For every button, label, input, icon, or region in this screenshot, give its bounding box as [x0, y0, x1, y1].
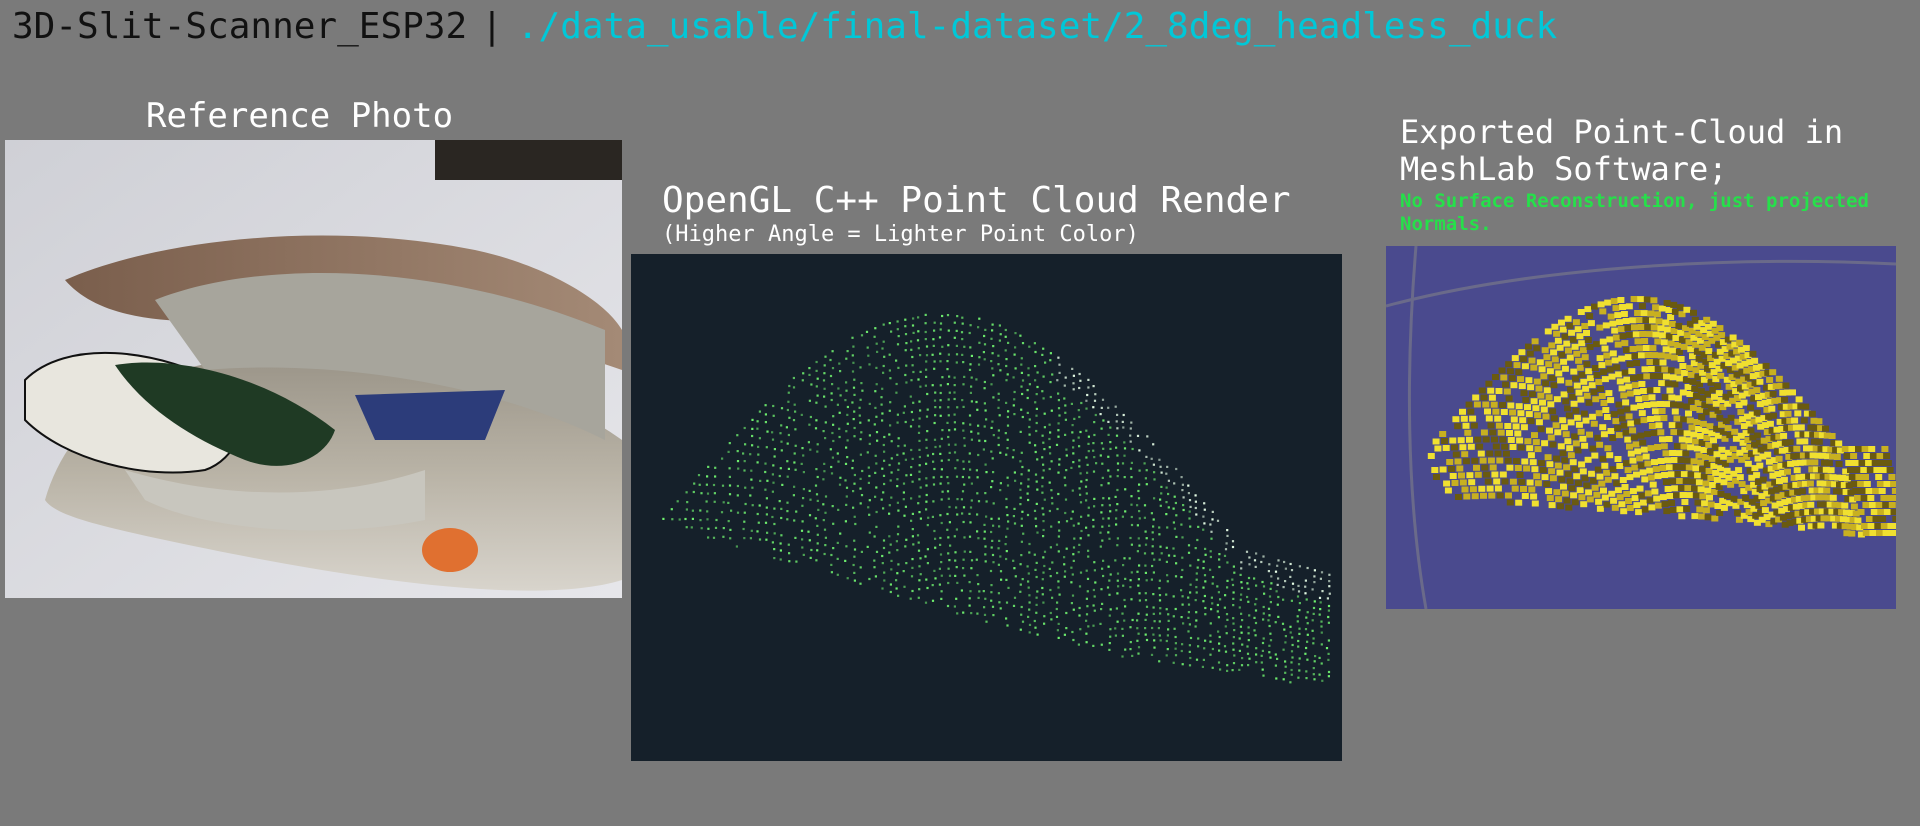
opengl-render-subtitle: (Higher Angle = Lighter Point Color) [662, 222, 1139, 247]
window-title: 3D-Slit-Scanner_ESP32 | ./data_usable/fina… [12, 6, 1557, 48]
app-name: 3D-Slit-Scanner_ESP32 [12, 6, 468, 47]
reference-photo-title: Reference Photo [146, 96, 454, 136]
title-separator: | [481, 6, 503, 47]
meshlab-canvas [1386, 246, 1896, 609]
opengl-render-title: OpenGL C++ Point Cloud Render [662, 180, 1291, 221]
point-cloud-canvas [662, 313, 1331, 684]
meshlab-view[interactable] [1386, 246, 1896, 609]
reference-photo [5, 140, 622, 598]
dataset-path: ./data_usable/final-dataset/2_8deg_headl… [516, 6, 1558, 47]
meshlab-note: No Surface Reconstruction, just projecte… [1400, 190, 1869, 235]
meshlab-export-title: Exported Point-Cloud in MeshLab Software… [1400, 113, 1844, 188]
opengl-point-cloud-view[interactable] [631, 254, 1342, 761]
